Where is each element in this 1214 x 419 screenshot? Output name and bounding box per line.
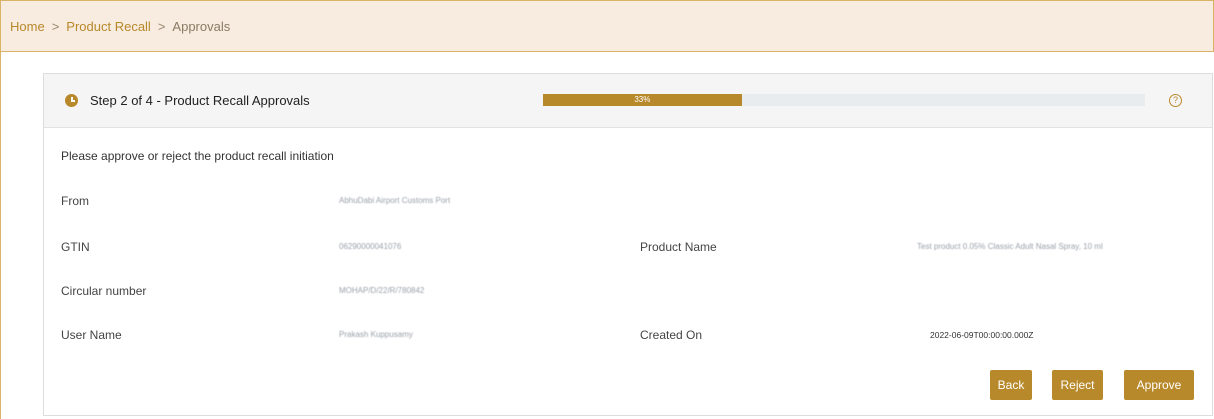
created-on-label: Created On	[640, 328, 703, 342]
help-circle-icon[interactable]: ?	[1169, 94, 1182, 107]
user-name-label: User Name	[61, 328, 122, 342]
product-name-value: Test product 0.05% Classic Adult Nasal S…	[917, 242, 1103, 251]
back-button[interactable]: Back	[990, 370, 1032, 400]
approval-card: Step 2 of 4 - Product Recall Approvals 3…	[43, 73, 1213, 416]
breadcrumb-separator: >	[157, 18, 166, 34]
created-on-value: 2022-06-09T00:00:00.000Z	[930, 330, 1034, 340]
user-name-value: Prakash Kuppusamy	[339, 330, 413, 339]
progress-bar: 33%	[543, 94, 1145, 106]
reject-button[interactable]: Reject	[1052, 370, 1103, 400]
breadcrumb: Home > Product Recall > Approvals	[0, 0, 1214, 52]
card-header: Step 2 of 4 - Product Recall Approvals 3…	[44, 74, 1212, 128]
circular-number-value: MOHAP/D/22/R/780842	[339, 286, 425, 295]
breadcrumb-separator: >	[51, 18, 60, 34]
product-name-label: Product Name	[640, 240, 717, 254]
approve-button[interactable]: Approve	[1124, 370, 1194, 400]
circular-number-label: Circular number	[61, 284, 147, 298]
gtin-value: 06290000041076	[339, 242, 402, 251]
breadcrumb-product-recall-link[interactable]: Product Recall	[66, 19, 151, 34]
from-label: From	[61, 194, 89, 208]
breadcrumb-current: Approvals	[172, 18, 231, 34]
clock-icon	[65, 94, 78, 107]
from-value: AbhuDabi Airport Customs Port	[339, 196, 451, 205]
gtin-label: GTIN	[61, 240, 90, 254]
breadcrumb-home-link[interactable]: Home	[10, 19, 45, 34]
instruction-text: Please approve or reject the product rec…	[61, 149, 334, 163]
progress-bar-fill: 33%	[543, 94, 742, 106]
step-title: Step 2 of 4 - Product Recall Approvals	[90, 93, 310, 108]
